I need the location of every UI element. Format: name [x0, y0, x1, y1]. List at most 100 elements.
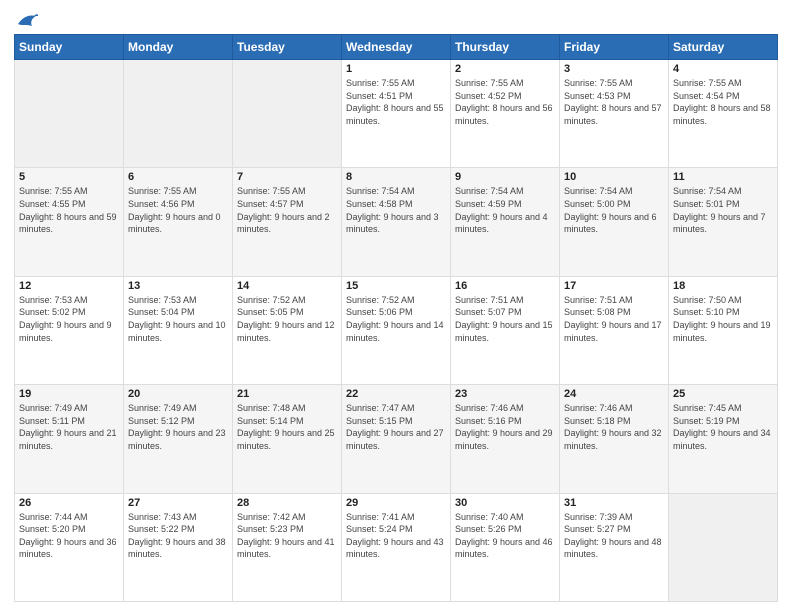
calendar-week-1: 1Sunrise: 7:55 AMSunset: 4:51 PMDaylight… — [15, 60, 778, 168]
day-info: Sunrise: 7:49 AMSunset: 5:11 PMDaylight:… — [19, 402, 119, 452]
day-number: 9 — [455, 171, 555, 183]
day-number: 19 — [19, 388, 119, 400]
calendar-cell: 10Sunrise: 7:54 AMSunset: 5:00 PMDayligh… — [560, 168, 669, 276]
calendar-cell: 31Sunrise: 7:39 AMSunset: 5:27 PMDayligh… — [560, 493, 669, 601]
header — [14, 10, 778, 28]
calendar-cell: 26 Sunrise: 7:44 AMSunset: 5:20 PMDayligh… — [15, 493, 124, 601]
day-info: Sunrise: 7:40 AMSunset: 5:26 PMDaylight:… — [455, 511, 555, 561]
calendar-cell: 8 Sunrise: 7:54 AMSunset: 4:58 PMDaylight… — [342, 168, 451, 276]
day-number: 1 — [346, 63, 446, 75]
calendar-cell: 6 Sunrise: 7:55 AMSunset: 4:56 PMDaylight… — [124, 168, 233, 276]
day-info: Sunrise: 7:42 AMSunset: 5:23 PMDaylight:… — [237, 511, 337, 561]
day-number: 22 — [346, 388, 446, 400]
day-number: 21 — [237, 388, 337, 400]
calendar-cell: 7Sunrise: 7:55 AMSunset: 4:57 PMDaylight… — [233, 168, 342, 276]
calendar-cell: 13Sunrise: 7:53 AMSunset: 5:04 PMDayligh… — [124, 276, 233, 384]
calendar-cell: 14Sunrise: 7:52 AMSunset: 5:05 PMDayligh… — [233, 276, 342, 384]
calendar-header-thursday: Thursday — [451, 35, 560, 60]
day-info: Sunrise: 7:53 AMSunset: 5:02 PMDaylight:… — [19, 294, 119, 344]
day-info: Sunrise: 7:54 AMSunset: 4:58 PMDaylight:… — [346, 185, 446, 235]
day-info: Sunrise: 7:55 AMSunset: 4:54 PMDaylight:… — [673, 77, 773, 127]
day-info: Sunrise: 7:46 AMSunset: 5:18 PMDaylight:… — [564, 402, 664, 452]
day-number: 2 — [455, 63, 555, 75]
calendar-header-saturday: Saturday — [669, 35, 778, 60]
day-number: 3 — [564, 63, 664, 75]
day-info: Sunrise: 7:54 AMSunset: 5:01 PMDaylight:… — [673, 185, 773, 235]
day-number: 17 — [564, 280, 664, 292]
calendar-cell — [669, 493, 778, 601]
calendar-table: SundayMondayTuesdayWednesdayThursdayFrid… — [14, 34, 778, 602]
calendar-cell: 24 Sunrise: 7:46 AMSunset: 5:18 PMDayligh… — [560, 385, 669, 493]
day-info: Sunrise: 7:55 AMSunset: 4:55 PMDaylight:… — [19, 185, 119, 235]
day-number: 25 — [673, 388, 773, 400]
day-number: 8 — [346, 171, 446, 183]
calendar-cell: 5 Sunrise: 7:55 AMSunset: 4:55 PMDaylight… — [15, 168, 124, 276]
day-info: Sunrise: 7:51 AMSunset: 5:07 PMDaylight:… — [455, 294, 555, 344]
calendar-week-4: 19 Sunrise: 7:49 AMSunset: 5:11 PMDayligh… — [15, 385, 778, 493]
day-info: Sunrise: 7:50 AMSunset: 5:10 PMDaylight:… — [673, 294, 773, 344]
day-info: Sunrise: 7:47 AMSunset: 5:15 PMDaylight:… — [346, 402, 446, 452]
calendar-cell: 21 Sunrise: 7:48 AMSunset: 5:14 PMDayligh… — [233, 385, 342, 493]
calendar-cell: 16Sunrise: 7:51 AMSunset: 5:07 PMDayligh… — [451, 276, 560, 384]
day-info: Sunrise: 7:55 AMSunset: 4:53 PMDaylight:… — [564, 77, 664, 127]
day-info: Sunrise: 7:41 AMSunset: 5:24 PMDaylight:… — [346, 511, 446, 561]
calendar-cell: 19 Sunrise: 7:49 AMSunset: 5:11 PMDayligh… — [15, 385, 124, 493]
calendar-header-friday: Friday — [560, 35, 669, 60]
page: SundayMondayTuesdayWednesdayThursdayFrid… — [0, 0, 792, 612]
day-number: 13 — [128, 280, 228, 292]
calendar-header-sunday: Sunday — [15, 35, 124, 60]
calendar-cell: 20Sunrise: 7:49 AMSunset: 5:12 PMDayligh… — [124, 385, 233, 493]
day-number: 18 — [673, 280, 773, 292]
calendar-header-row: SundayMondayTuesdayWednesdayThursdayFrid… — [15, 35, 778, 60]
calendar-header-monday: Monday — [124, 35, 233, 60]
calendar-cell: 12Sunrise: 7:53 AMSunset: 5:02 PMDayligh… — [15, 276, 124, 384]
day-info: Sunrise: 7:51 AMSunset: 5:08 PMDaylight:… — [564, 294, 664, 344]
calendar-week-2: 5 Sunrise: 7:55 AMSunset: 4:55 PMDaylight… — [15, 168, 778, 276]
calendar-cell: 11 Sunrise: 7:54 AMSunset: 5:01 PMDayligh… — [669, 168, 778, 276]
logo-bird-icon — [16, 10, 38, 28]
calendar-cell: 9 Sunrise: 7:54 AMSunset: 4:59 PMDaylight… — [451, 168, 560, 276]
calendar-cell — [124, 60, 233, 168]
calendar-cell: 28 Sunrise: 7:42 AMSunset: 5:23 PMDayligh… — [233, 493, 342, 601]
day-info: Sunrise: 7:45 AMSunset: 5:19 PMDaylight:… — [673, 402, 773, 452]
calendar-header-wednesday: Wednesday — [342, 35, 451, 60]
calendar-cell: 2 Sunrise: 7:55 AMSunset: 4:52 PMDaylight… — [451, 60, 560, 168]
day-info: Sunrise: 7:46 AMSunset: 5:16 PMDaylight:… — [455, 402, 555, 452]
day-info: Sunrise: 7:44 AMSunset: 5:20 PMDaylight:… — [19, 511, 119, 561]
day-info: Sunrise: 7:55 AMSunset: 4:52 PMDaylight:… — [455, 77, 555, 127]
calendar-cell: 30 Sunrise: 7:40 AMSunset: 5:26 PMDayligh… — [451, 493, 560, 601]
calendar-cell: 4Sunrise: 7:55 AMSunset: 4:54 PMDaylight… — [669, 60, 778, 168]
day-number: 5 — [19, 171, 119, 183]
day-number: 26 — [19, 497, 119, 509]
calendar-cell: 3 Sunrise: 7:55 AMSunset: 4:53 PMDaylight… — [560, 60, 669, 168]
day-number: 24 — [564, 388, 664, 400]
day-info: Sunrise: 7:54 AMSunset: 4:59 PMDaylight:… — [455, 185, 555, 235]
day-number: 15 — [346, 280, 446, 292]
day-info: Sunrise: 7:43 AMSunset: 5:22 PMDaylight:… — [128, 511, 228, 561]
calendar-cell: 22 Sunrise: 7:47 AMSunset: 5:15 PMDayligh… — [342, 385, 451, 493]
day-number: 28 — [237, 497, 337, 509]
day-info: Sunrise: 7:55 AMSunset: 4:57 PMDaylight:… — [237, 185, 337, 235]
day-number: 11 — [673, 171, 773, 183]
calendar-cell: 27 Sunrise: 7:43 AMSunset: 5:22 PMDayligh… — [124, 493, 233, 601]
day-info: Sunrise: 7:52 AMSunset: 5:05 PMDaylight:… — [237, 294, 337, 344]
day-info: Sunrise: 7:48 AMSunset: 5:14 PMDaylight:… — [237, 402, 337, 452]
calendar-week-3: 12Sunrise: 7:53 AMSunset: 5:02 PMDayligh… — [15, 276, 778, 384]
calendar-cell — [15, 60, 124, 168]
day-number: 30 — [455, 497, 555, 509]
day-number: 6 — [128, 171, 228, 183]
calendar-cell: 18 Sunrise: 7:50 AMSunset: 5:10 PMDayligh… — [669, 276, 778, 384]
day-number: 10 — [564, 171, 664, 183]
day-number: 29 — [346, 497, 446, 509]
day-number: 27 — [128, 497, 228, 509]
calendar-cell — [233, 60, 342, 168]
day-info: Sunrise: 7:39 AMSunset: 5:27 PMDaylight:… — [564, 511, 664, 561]
calendar-cell: 25 Sunrise: 7:45 AMSunset: 5:19 PMDayligh… — [669, 385, 778, 493]
day-info: Sunrise: 7:52 AMSunset: 5:06 PMDaylight:… — [346, 294, 446, 344]
day-number: 23 — [455, 388, 555, 400]
day-number: 20 — [128, 388, 228, 400]
calendar-cell: 23 Sunrise: 7:46 AMSunset: 5:16 PMDayligh… — [451, 385, 560, 493]
calendar-cell: 17 Sunrise: 7:51 AMSunset: 5:08 PMDayligh… — [560, 276, 669, 384]
calendar-header-tuesday: Tuesday — [233, 35, 342, 60]
day-info: Sunrise: 7:55 AMSunset: 4:56 PMDaylight:… — [128, 185, 228, 235]
